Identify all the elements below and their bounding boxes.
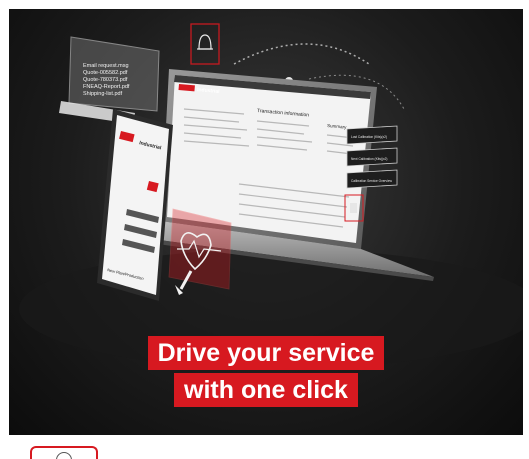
- right-button-3: Calibration Service Overview: [351, 179, 393, 183]
- file-item-2: Quote-005582.pdf: [83, 70, 128, 76]
- files-panel: Email request.msg Quote-005582.pdf Quote…: [59, 36, 160, 124]
- file-item-5: Shipping-list.pdf: [83, 91, 123, 97]
- page: Email request.msg Quote-005582.pdf Quote…: [0, 0, 529, 459]
- power-icon[interactable]: [30, 446, 98, 459]
- file-item-3: Quote-780373.pdf: [83, 77, 128, 83]
- right-button-1: Lost Calibration (Kits)(x2): [351, 135, 387, 139]
- right-buttons: Lost Calibration (Kits)(x2) Next Calibra…: [346, 125, 398, 189]
- bell-icon: [190, 23, 220, 65]
- headline-line-2-wrap: with one click: [9, 373, 523, 407]
- headline-line-2: with one click: [174, 373, 358, 407]
- right-button-2: Next Calibration (Kits)(x2): [351, 157, 388, 161]
- file-item-1: Email request.msg: [83, 63, 129, 69]
- hero-image: Email request.msg Quote-005582.pdf Quote…: [9, 9, 523, 435]
- hero-illustration: Email request.msg Quote-005582.pdf Quote…: [19, 23, 523, 369]
- headline-line-1-wrap: Drive your service: [9, 336, 523, 370]
- file-item-4: FNEAQ-Report.pdf: [83, 84, 130, 90]
- headline-line-1: Drive your service: [147, 336, 385, 370]
